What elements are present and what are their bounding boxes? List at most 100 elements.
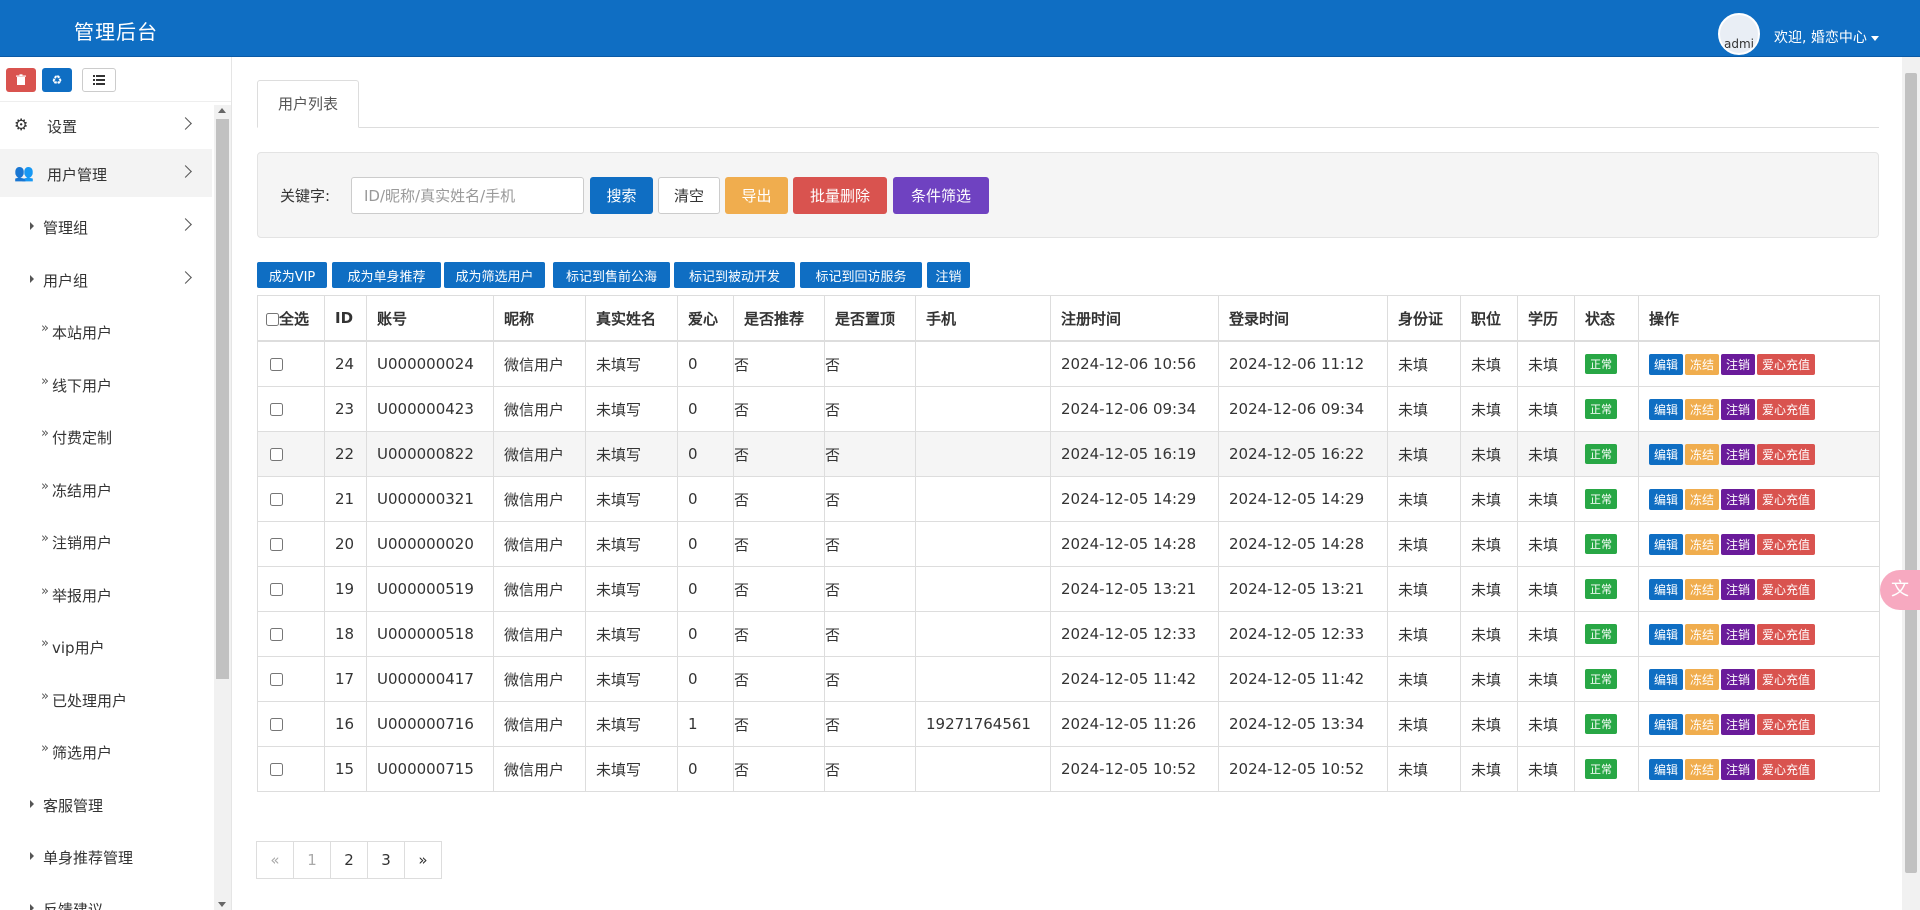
recharge-button[interactable]: 爱心充值 [1757,488,1816,510]
scroll-up-icon[interactable] [218,108,226,113]
freeze-button[interactable]: 冻结 [1685,668,1720,690]
row-checkbox[interactable] [270,628,283,641]
edit-button[interactable]: 编辑 [1649,623,1684,645]
app-title[interactable]: 管理后台 [74,16,158,45]
freeze-button[interactable]: 冻结 [1685,398,1720,420]
prev-page-button[interactable]: « [256,841,294,879]
cancel-button[interactable]: 注销 [1721,578,1756,600]
row-checkbox[interactable] [270,403,283,416]
recharge-button[interactable]: 爱心充值 [1757,443,1816,465]
cell-idcard[interactable]: 未填 [1387,746,1461,792]
table-row[interactable]: 21 U000000321 微信用户 未填写 0 否否 2024-12-05 14:29 20… [257,476,1880,522]
sidebar-item-13[interactable]: 客服管理 [0,780,212,828]
freeze-button[interactable]: 冻结 [1685,353,1720,375]
edit-button[interactable]: 编辑 [1649,488,1684,510]
table-row[interactable]: 16 U000000716 微信用户 未填写 1 否否 19271764561 2024-12… [257,701,1880,747]
filter-button[interactable]: 条件筛选 [893,177,989,214]
sidebar-item-14[interactable]: 单身推荐管理 [0,832,212,880]
cell-job[interactable]: 未填 [1460,386,1518,432]
cell-job[interactable]: 未填 [1460,340,1518,387]
cell-idcard[interactable]: 未填 [1387,431,1461,477]
row-checkbox[interactable] [270,538,283,551]
export-button[interactable]: 导出 [725,177,788,214]
table-row[interactable]: 23 U000000423 微信用户 未填写 0 否否 2024-12-06 09:34 20… [257,386,1880,432]
bulk-action-button[interactable]: 注销 [927,262,970,288]
freeze-button[interactable]: 冻结 [1685,488,1720,510]
sidebar-item-4[interactable]: » 本站用户 [0,307,212,355]
sidebar-item-3[interactable]: 用户组 [0,255,212,303]
sidebar-item-1[interactable]: 👥 用户管理 [0,149,212,197]
cancel-button[interactable]: 注销 [1721,443,1756,465]
recharge-button[interactable]: 爱心充值 [1757,668,1816,690]
cell-edu[interactable]: 未填 [1517,746,1575,792]
recharge-button[interactable]: 爱心充值 [1757,398,1816,420]
cancel-button[interactable]: 注销 [1721,758,1756,780]
cancel-button[interactable]: 注销 [1721,533,1756,555]
freeze-button[interactable]: 冻结 [1685,578,1720,600]
sidebar-item-12[interactable]: » 筛选用户 [0,727,212,775]
recycle-icon[interactable]: ♻ [42,68,72,92]
translate-icon[interactable]: 文 [1880,570,1920,610]
recharge-button[interactable]: 爱心充值 [1757,578,1816,600]
page-button[interactable]: 2 [330,841,368,879]
scrollbar-thumb[interactable] [1905,73,1917,873]
bulk-action-button[interactable]: 成为筛选用户 [444,262,545,288]
recharge-button[interactable]: 爱心充值 [1757,623,1816,645]
sidebar-item-7[interactable]: » 冻结用户 [0,465,212,513]
sidebar-item-0[interactable]: ⚙ 设置 [0,101,212,149]
row-checkbox[interactable] [270,583,283,596]
bulk-action-button[interactable]: 标记到被动开发 [674,262,795,288]
avatar[interactable]: admi [1718,13,1760,55]
cell-job[interactable]: 未填 [1460,566,1518,612]
row-checkbox[interactable] [270,448,283,461]
cell-edu[interactable]: 未填 [1517,340,1575,387]
cell-job[interactable]: 未填 [1460,656,1518,702]
cell-edu[interactable]: 未填 [1517,476,1575,522]
edit-button[interactable]: 编辑 [1649,398,1684,420]
batch-delete-button[interactable]: 批量删除 [793,177,887,214]
clear-button[interactable]: 清空 [658,177,720,214]
scroll-down-icon[interactable] [218,902,226,907]
cell-edu[interactable]: 未填 [1517,656,1575,702]
cell-idcard[interactable]: 未填 [1387,521,1461,567]
freeze-button[interactable]: 冻结 [1685,758,1720,780]
table-row[interactable]: 22 U000000822 微信用户 未填写 0 否否 2024-12-05 16:19 20… [257,431,1880,477]
sidebar-item-8[interactable]: » 注销用户 [0,517,212,565]
table-row[interactable]: 24 U000000024 微信用户 未填写 0 否否 2024-12-06 10:56 20… [257,340,1880,387]
row-checkbox[interactable] [270,358,283,371]
search-button[interactable]: 搜索 [590,177,653,214]
sidebar-item-6[interactable]: » 付费定制 [0,412,212,460]
edit-button[interactable]: 编辑 [1649,758,1684,780]
edit-button[interactable]: 编辑 [1649,353,1684,375]
row-checkbox[interactable] [270,493,283,506]
edit-button[interactable]: 编辑 [1649,668,1684,690]
cell-idcard[interactable]: 未填 [1387,656,1461,702]
cell-job[interactable]: 未填 [1460,431,1518,477]
user-menu[interactable]: 欢迎, 婚恋中心 [1774,27,1879,47]
cell-job[interactable]: 未填 [1460,611,1518,657]
sidebar-item-5[interactable]: » 线下用户 [0,360,212,408]
tab-user-list[interactable]: 用户列表 [257,80,359,128]
sidebar-item-11[interactable]: » 已处理用户 [0,675,212,723]
row-checkbox[interactable] [270,763,283,776]
edit-button[interactable]: 编辑 [1649,533,1684,555]
cancel-button[interactable]: 注销 [1721,713,1756,735]
select-all-checkbox[interactable] [266,312,279,326]
cell-idcard[interactable]: 未填 [1387,566,1461,612]
cell-idcard[interactable]: 未填 [1387,611,1461,657]
edit-button[interactable]: 编辑 [1649,578,1684,600]
edit-button[interactable]: 编辑 [1649,443,1684,465]
cell-edu[interactable]: 未填 [1517,386,1575,432]
cell-edu[interactable]: 未填 [1517,566,1575,612]
cell-idcard[interactable]: 未填 [1387,386,1461,432]
cell-idcard[interactable]: 未填 [1387,340,1461,387]
sidebar-item-2[interactable]: 管理组 [0,202,212,250]
cell-job[interactable]: 未填 [1460,701,1518,747]
bulk-action-button[interactable]: 标记到回访服务 [800,262,922,288]
recharge-button[interactable]: 爱心充值 [1757,758,1816,780]
freeze-button[interactable]: 冻结 [1685,623,1720,645]
trash-icon[interactable] [6,68,36,92]
cell-edu[interactable]: 未填 [1517,701,1575,747]
sidebar-scrollbar[interactable] [214,105,231,910]
table-row[interactable]: 20 U000000020 微信用户 未填写 0 否否 2024-12-05 14:28 20… [257,521,1880,567]
